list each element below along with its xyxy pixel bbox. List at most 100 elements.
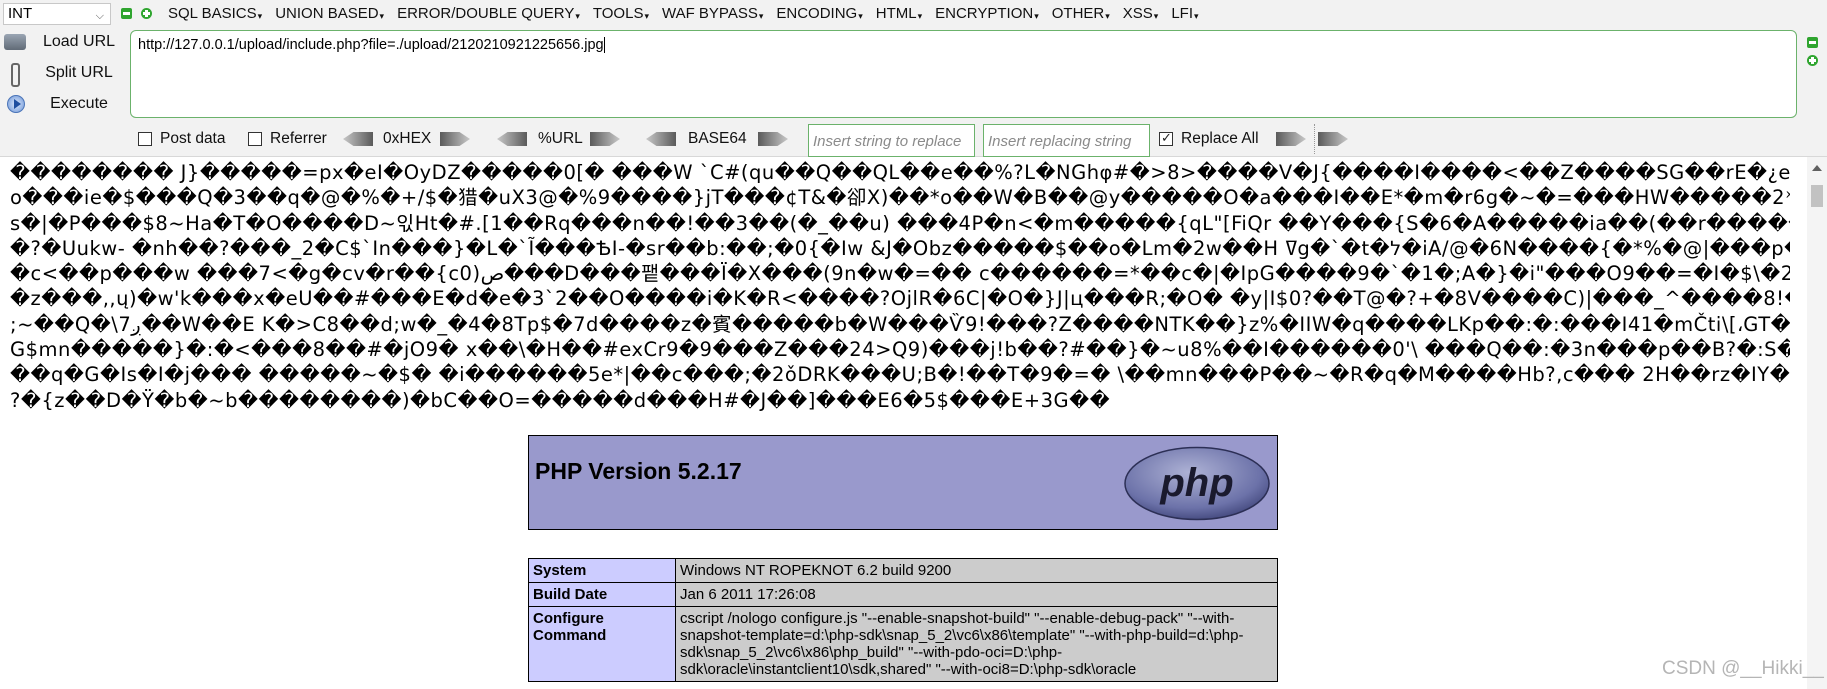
insert-replacing-placeholder: Insert replacing string <box>988 133 1132 150</box>
menu-waf-bypass[interactable]: WAF BYPASS▾ <box>662 4 763 24</box>
injection-type-select[interactable]: INT ⌵ <box>3 3 111 25</box>
url-shrink-icon[interactable] <box>1807 37 1818 48</box>
phpinfo-table: System Windows NT ROPEKNOT 6.2 build 920… <box>528 558 1278 682</box>
menu-sql-basics[interactable]: SQL BASICS▾ <box>168 4 262 24</box>
garbage-line: s�|�P���$8~Ha�T�O����D~읷Ht�#.[1��Rq���n�… <box>10 211 1790 235</box>
scroll-up-arrow-icon[interactable] <box>1812 165 1822 171</box>
menu-encryption[interactable]: ENCRYPTION▾ <box>935 4 1039 24</box>
garbage-line: �������� J}�����=px�eI�OyDZ�����0[� ���W… <box>10 161 1790 184</box>
insert-string-placeholder: Insert string to replace <box>813 133 962 150</box>
menu-label: OTHER <box>1051 5 1105 22</box>
page-scrollbar[interactable] <box>1807 157 1827 689</box>
menu-tools[interactable]: TOOLS▾ <box>593 4 649 24</box>
row-value: Jan 6 2011 17:26:08 <box>675 582 1278 607</box>
menu-lfi[interactable]: LFI▾ <box>1171 4 1198 24</box>
menu-label: UNION BASED <box>275 5 379 22</box>
scroll-thumb[interactable] <box>1811 185 1823 207</box>
garbage-line: �z���,,ų)�w'k���x�eU��#���E�d�e�3`2��O��… <box>10 287 1790 311</box>
url-textarea[interactable]: http://127.0.0.1/upload/include.php?file… <box>130 30 1797 118</box>
menu-label: ENCODING <box>776 5 858 22</box>
menu-label: ERROR/DOUBLE QUERY <box>397 5 575 22</box>
dropdown-arrow-icon: ▾ <box>257 11 263 21</box>
url-decode-arrow-icon[interactable] <box>497 132 527 146</box>
replace-all-label: Replace All <box>1181 130 1259 147</box>
hackbar-options-row: Post data Referrer 0xHEX %URL BASE64 Ins… <box>0 124 1827 157</box>
menu-label: HTML <box>875 5 917 22</box>
garbage-line: �?�Uukw- �nh��?���_2�C$`In���}�L�`Ĩ���ѢI… <box>10 236 1790 260</box>
scissors-icon <box>4 63 26 87</box>
url-text: http://127.0.0.1/upload/include.php?file… <box>138 37 604 53</box>
text-caret <box>603 37 605 54</box>
insert-string-input[interactable]: Insert string to replace <box>808 124 975 157</box>
injection-type-value: INT <box>8 5 33 22</box>
dropdown-arrow-icon: ▾ <box>575 11 580 21</box>
menu-union-based[interactable]: UNION BASED▾ <box>275 4 384 24</box>
decrease-icon[interactable] <box>121 8 132 19</box>
replace-next-arrow-icon[interactable] <box>1318 132 1348 146</box>
play-icon <box>7 95 25 113</box>
table-row: Build Date Jan 6 2011 17:26:08 <box>528 582 1278 607</box>
execute-label: Execute <box>50 95 108 112</box>
menu-label: LFI <box>1171 5 1193 22</box>
garbage-line: �c<��p���w ���7<�g�cv�r��{c0)ص���D���퍁��… <box>10 262 1790 286</box>
row-value: cscript /nologo configure.js "--enable-s… <box>675 606 1278 682</box>
dropdown-arrow-icon: ▾ <box>758 11 764 21</box>
menu-label: SQL BASICS <box>168 5 257 22</box>
base64-decode-arrow-icon[interactable] <box>646 132 676 146</box>
menu-error-double-query[interactable]: ERROR/DOUBLE QUERY▾ <box>397 4 580 24</box>
dropdown-arrow-icon: ▾ <box>858 11 863 21</box>
row-key: Configure Command <box>528 606 676 682</box>
php-logo-icon: php <box>1124 446 1270 521</box>
hex-encode-arrow-icon[interactable] <box>440 132 470 146</box>
execute-button[interactable]: Execute <box>4 91 124 117</box>
menu-other[interactable]: OTHER▾ <box>1052 4 1110 24</box>
checkbox-box[interactable] <box>248 132 262 146</box>
base64-encode-arrow-icon[interactable] <box>758 132 788 146</box>
checkbox-box[interactable] <box>138 132 152 146</box>
split-url-label: Split URL <box>45 64 113 81</box>
garbage-line: ��q�G�Is�I�j��� �����~�$� �i������5e*|��… <box>10 363 1790 387</box>
url-encode-arrow-icon[interactable] <box>590 132 620 146</box>
post-data-label: Post data <box>160 130 226 147</box>
dropdown-arrow-icon: ▾ <box>1034 11 1039 21</box>
referrer-checkbox[interactable]: Referrer <box>248 130 327 148</box>
row-key: System <box>528 558 676 583</box>
hackbar-menu-row: INT ⌵ SQL BASICS▾ UNION BASED▾ ERROR/DOU… <box>0 0 1827 30</box>
menu-html[interactable]: HTML▾ <box>876 4 922 24</box>
url-encoding-label: %URL <box>538 130 583 147</box>
dropdown-arrow-icon: ▾ <box>1194 11 1199 21</box>
split-url-button[interactable]: Split URL <box>4 60 124 87</box>
garbage-line: ;~��Q�\7ږ��W��E K�>C8��d;w�_�4�8Tp$�7d��… <box>10 312 1790 336</box>
load-url-label: Load URL <box>42 33 116 50</box>
hackbar-panel: INT ⌵ SQL BASICS▾ UNION BASED▾ ERROR/DOU… <box>0 0 1827 157</box>
garbage-line: G$mn�����}�:�<���8��#�jO9� x��\�H��#exCr… <box>10 338 1790 362</box>
php-version-title: PHP Version 5.2.17 <box>535 458 742 484</box>
checkbox-box[interactable] <box>1159 130 1173 146</box>
menu-label: ENCRYPTION <box>935 5 1034 22</box>
php-logo-text: php <box>1159 461 1233 505</box>
menu-xss[interactable]: XSS▾ <box>1123 4 1159 24</box>
chevron-down-icon: ⌵ <box>95 10 104 22</box>
phpinfo-header: PHP Version 5.2.17 php <box>528 435 1278 530</box>
dropdown-arrow-icon: ▾ <box>644 11 649 21</box>
hex-decode-arrow-icon[interactable] <box>343 132 373 146</box>
dropdown-arrow-icon: ▾ <box>379 11 385 21</box>
menu-encoding[interactable]: ENCODING▾ <box>776 4 862 24</box>
garbage-line: ?�{z��D�Ÿ�b�~b��������)�bC��O=�����d���H… <box>10 388 1111 412</box>
replace-arrow-icon[interactable] <box>1276 132 1306 146</box>
table-row: Configure Command cscript /nologo config… <box>528 606 1278 682</box>
watermark: CSDN @__Hikki__ <box>1662 658 1824 679</box>
dropdown-arrow-icon: ▾ <box>1105 11 1110 21</box>
increase-icon[interactable] <box>141 8 152 19</box>
replace-all-checkbox[interactable]: Replace All <box>1159 130 1259 148</box>
base64-label: BASE64 <box>688 130 747 147</box>
hex-label: 0xHEX <box>383 130 432 147</box>
url-expand-icon[interactable] <box>1807 55 1818 66</box>
post-data-checkbox[interactable]: Post data <box>138 130 226 148</box>
row-value: Windows NT ROPEKNOT 6.2 build 9200 <box>675 558 1278 583</box>
load-url-button[interactable]: Load URL <box>4 29 124 55</box>
dropdown-arrow-icon: ▾ <box>1153 11 1159 21</box>
dropdown-arrow-icon: ▾ <box>917 11 923 21</box>
table-row: System Windows NT ROPEKNOT 6.2 build 920… <box>528 558 1278 583</box>
insert-replacing-input[interactable]: Insert replacing string <box>983 124 1150 157</box>
